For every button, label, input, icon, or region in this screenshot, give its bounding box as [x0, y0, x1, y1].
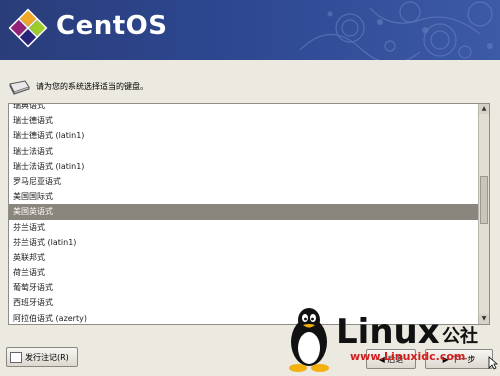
list-item[interactable]: 芬兰语式	[9, 220, 479, 235]
scrollbar[interactable]: ▲ ▼	[478, 104, 489, 324]
tux-penguin-icon	[289, 308, 329, 372]
watermark-suffix: 公社	[442, 326, 478, 347]
keyboard-prompt: 请为您的系统选择适当的键盘。	[8, 76, 488, 100]
brand-name: CentOS	[56, 11, 168, 41]
scroll-up-arrow-icon[interactable]: ▲	[479, 104, 489, 114]
mouse-cursor-icon	[488, 356, 498, 370]
release-notes-button[interactable]: 发行注记(R)	[6, 347, 78, 367]
swirl-decoration	[299, 1, 493, 60]
scroll-thumb[interactable]	[480, 176, 488, 224]
release-notes-label: 发行注记(R)	[25, 352, 69, 362]
list-item[interactable]: 美国英语式	[9, 204, 479, 220]
watermark-url: www.Linuxidc.com	[350, 350, 466, 363]
list-item[interactable]: 瑞士法语式	[9, 144, 479, 159]
list-item[interactable]: 瑞典语式	[9, 104, 479, 113]
scroll-down-arrow-icon[interactable]: ▼	[479, 314, 489, 324]
notes-icon	[10, 351, 22, 363]
header-banner: CentOS	[0, 0, 500, 60]
list-item[interactable]: 西班牙语式	[9, 295, 479, 310]
centos-logo	[8, 8, 48, 48]
list-item[interactable]: 瑞士法语式 (latin1)	[9, 159, 479, 174]
keyboard-icon	[9, 80, 30, 95]
list-item[interactable]: 英联邦式	[9, 250, 479, 265]
list-item[interactable]: 荷兰语式	[9, 265, 479, 280]
list-item[interactable]: 芬兰语式 (latin1)	[9, 235, 479, 250]
list-item[interactable]: 瑞士德语式 (latin1)	[9, 128, 479, 143]
keyboard-list-rows: 瑞典语式 瑞士德语式 瑞士德语式 (latin1) 瑞士法语式 瑞士法语式 (latin…	[9, 104, 479, 324]
list-item[interactable]: 罗马尼亚语式	[9, 174, 479, 189]
list-item[interactable]: 葡萄牙语式	[9, 280, 479, 295]
keyboard-list[interactable]: 瑞典语式 瑞士德语式 瑞士德语式 (latin1) 瑞士法语式 瑞士法语式 (latin…	[8, 103, 490, 325]
watermark-brand: Linux	[336, 312, 440, 352]
prompt-text: 请为您的系统选择适当的键盘。	[36, 82, 148, 91]
list-item[interactable]: 美国国际式	[9, 189, 479, 204]
list-item[interactable]: 瑞士德语式	[9, 113, 479, 128]
